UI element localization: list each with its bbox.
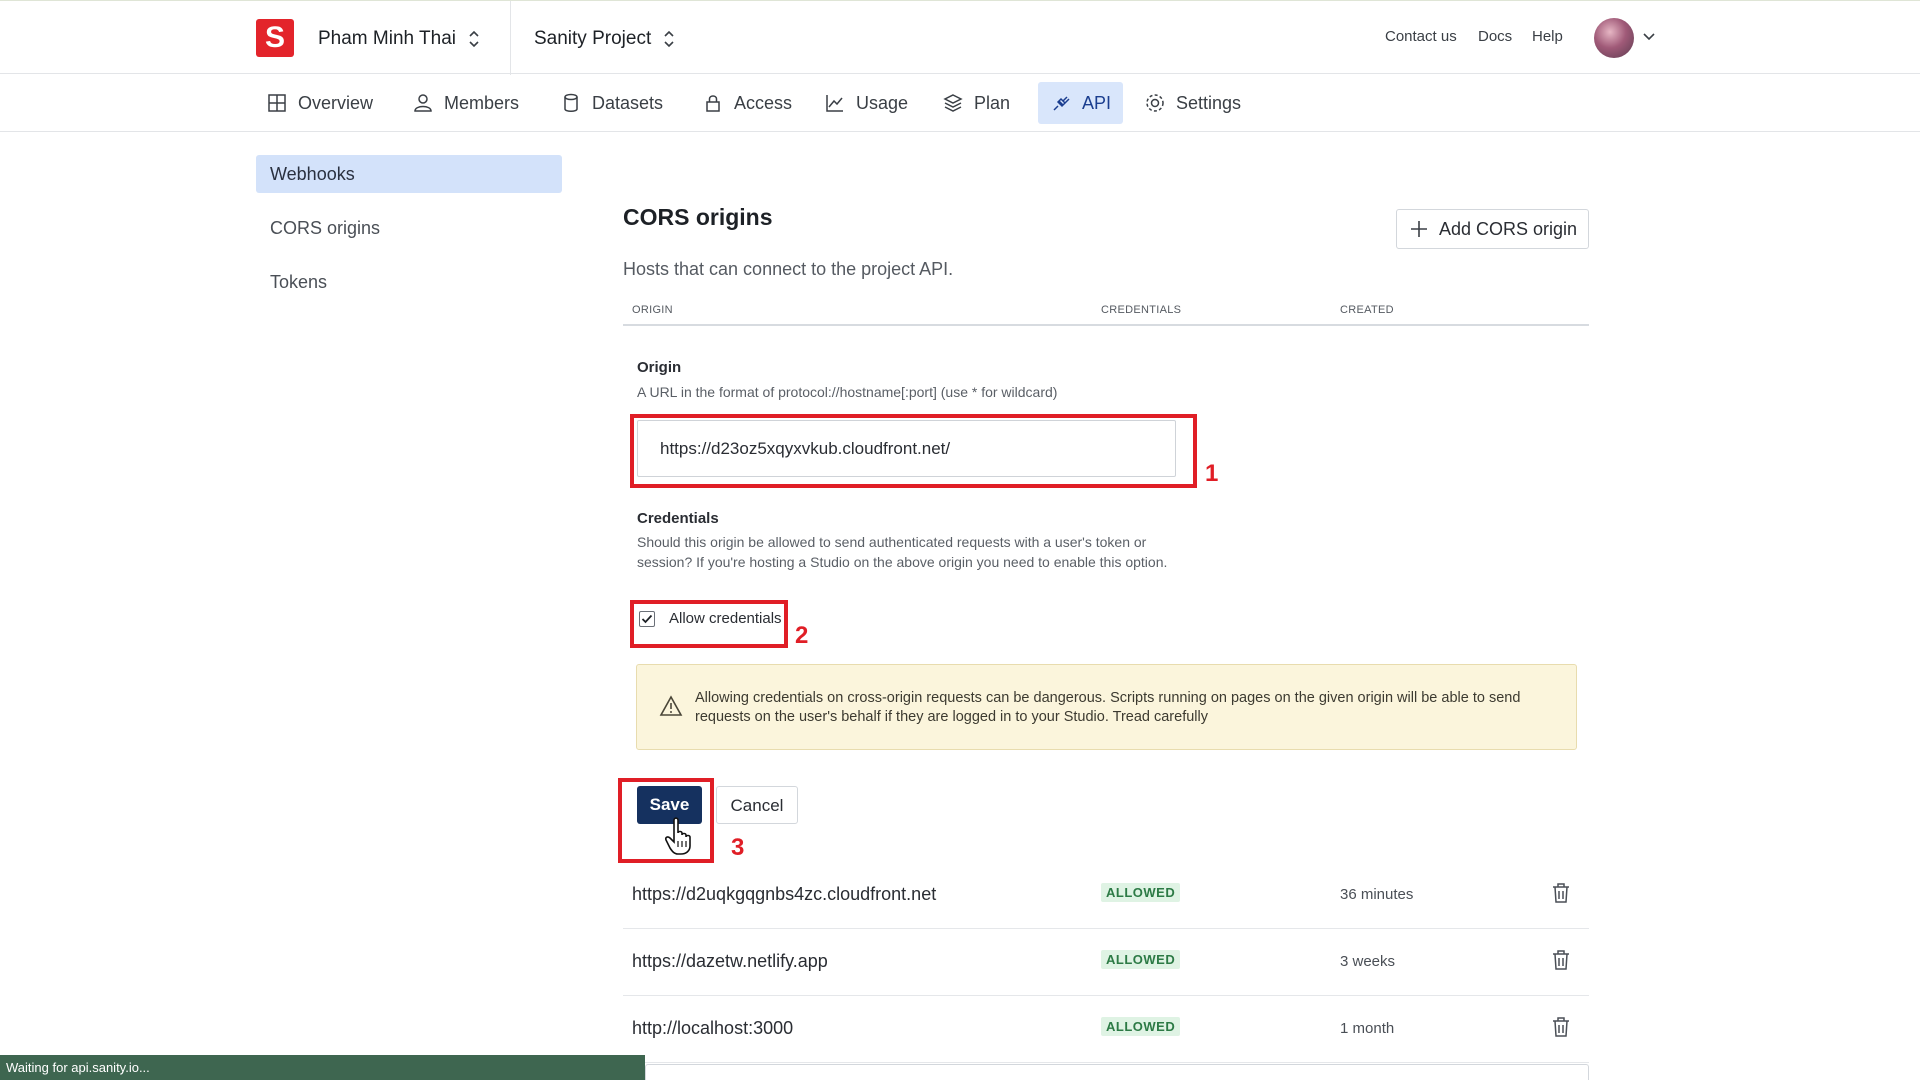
warning-text: Allowing credentials on cross-origin req… [695,690,1521,725]
table-row: https://d2uqkgqgnbs4zc.cloudfront.net AL… [623,862,1589,929]
origin-label: Origin [637,359,682,376]
grid-icon [268,94,286,112]
annotation-number-3: 3 [731,834,745,861]
tab-label: Overview [298,92,374,113]
origin-url: https://dazetw.netlify.app [632,951,828,971]
table-row: http://localhost:3000 ALLOWED 1 month [623,996,1589,1063]
tab-datasets[interactable]: Datasets [548,82,675,124]
origin-url: https://d2uqkgqgnbs4zc.cloudfront.net [632,884,937,904]
origin-url: http://localhost:3000 [632,1018,794,1038]
credentials-badge: ALLOWED [1101,950,1181,969]
cancel-button[interactable]: Cancel [716,786,798,824]
chart-icon [826,95,843,112]
created-time: 3 weeks [1340,953,1396,970]
divider [510,1,511,75]
chevron-updown-icon [469,30,479,48]
org-name: Pham Minh Thai [318,28,456,49]
table-row: https://dazetw.netlify.app ALLOWED 3 wee… [623,929,1589,996]
lock-icon [706,95,720,112]
trash-icon[interactable] [1551,949,1571,971]
org-switcher[interactable]: Pham Minh Thai [318,21,480,57]
page-description: Hosts that can connect to the project AP… [623,259,954,279]
tab-label: Plan [974,92,1011,113]
project-switcher[interactable]: Sanity Project [534,21,675,57]
tab-overview[interactable]: Overview [254,82,385,124]
annotation-number-2: 2 [795,622,809,649]
next-row-edge [645,1064,1589,1080]
chevron-updown-icon [664,30,674,48]
annotation-box-2 [630,600,788,648]
tab-access[interactable]: Access [690,82,804,124]
top-bar: S Pham Minh Thai Sanity Project Contact … [0,0,1920,75]
sidebar-item-tokens[interactable]: Tokens [256,263,562,301]
tab-label: Access [734,92,793,113]
created-time: 36 minutes [1340,886,1414,903]
tab-label: Settings [1176,92,1242,113]
credentials-label: Credentials [637,510,719,527]
docs-link[interactable]: Docs [1478,28,1512,45]
trash-icon[interactable] [1551,882,1571,904]
browser-status-bar: Waiting for api.sanity.io... [0,1055,645,1080]
warning-icon [659,695,683,716]
tab-members[interactable]: Members [400,82,531,124]
chevron-down-icon[interactable] [1642,32,1656,42]
add-cors-origin-label: Add CORS origin [1439,218,1578,239]
sidebar-item-cors-origins[interactable]: CORS origins [256,209,562,247]
credentials-help-text: Should this origin be allowed to send au… [637,534,1168,570]
contact-us-link[interactable]: Contact us [1385,28,1457,45]
project-nav: Overview Members Datasets Access Usage P… [0,74,1920,132]
plug-icon [1053,96,1070,111]
gear-icon [1146,94,1164,112]
user-avatar[interactable] [1594,18,1634,58]
tab-label: Datasets [592,92,664,113]
origin-help-text: A URL in the format of protocol://hostna… [637,384,1058,400]
page-title: CORS origins [623,204,773,230]
help-link[interactable]: Help [1532,28,1563,45]
tab-plan[interactable]: Plan [930,82,1022,124]
annotation-number-1: 1 [1205,460,1219,487]
tab-usage[interactable]: Usage [812,82,920,124]
project-name: Sanity Project [534,28,652,49]
column-header-credentials: CREDENTIALS [1101,304,1182,316]
table-header: ORIGIN CREDENTIALS CREATED [623,296,1589,326]
database-icon [564,93,578,112]
add-cors-origin-button[interactable]: Add CORS origin [1396,209,1589,249]
credentials-badge: ALLOWED [1101,1017,1181,1036]
column-header-created: CREATED [1340,304,1394,316]
tab-settings[interactable]: Settings [1132,82,1253,124]
trash-icon[interactable] [1551,1016,1571,1038]
tab-label: Members [444,92,520,113]
tab-label: API [1082,92,1112,113]
annotation-box-1 [630,414,1197,488]
annotation-box-3 [618,778,714,863]
users-icon [414,94,432,112]
plus-icon [1411,221,1427,237]
sanity-logo[interactable]: S [256,19,294,57]
layers-icon [943,94,963,112]
tab-api[interactable]: API [1038,82,1124,124]
sidebar-item-webhooks[interactable]: Webhooks [256,155,562,193]
column-header-origin: ORIGIN [632,304,673,316]
tab-label: Usage [856,92,909,113]
created-time: 1 month [1340,1020,1395,1037]
credentials-badge: ALLOWED [1101,883,1181,902]
credentials-warning: Allowing credentials on cross-origin req… [636,664,1577,750]
